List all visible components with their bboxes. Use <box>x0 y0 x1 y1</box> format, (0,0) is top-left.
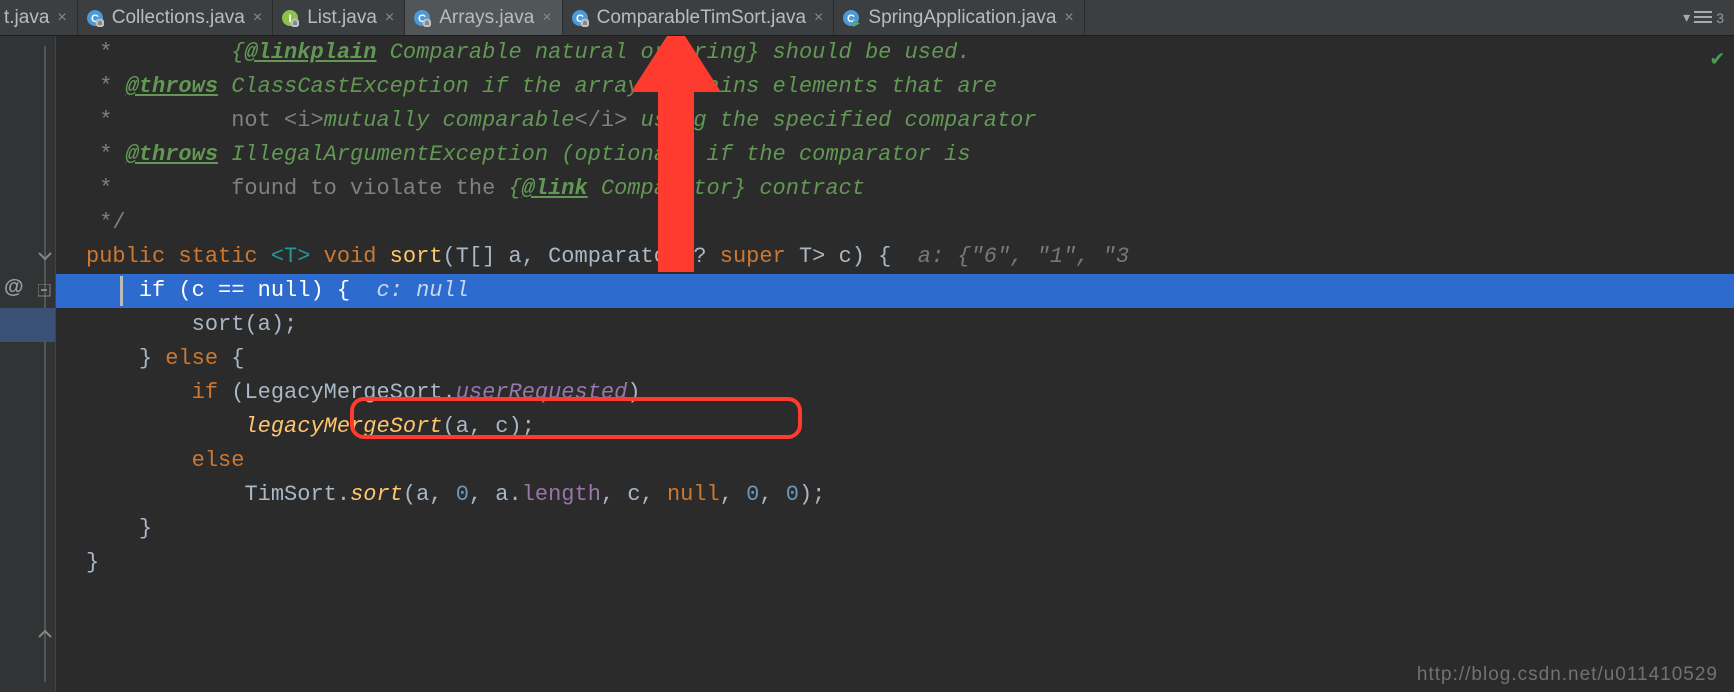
gutter[interactable]: @ <box>0 36 56 692</box>
tab-label: t.java <box>4 7 49 29</box>
tab-partial[interactable]: t.java × <box>0 0 78 35</box>
close-icon[interactable]: × <box>542 10 551 26</box>
class-icon: C <box>413 9 431 27</box>
close-icon[interactable]: × <box>253 10 262 26</box>
editor-area: @ * {@linkplain Comparable natural order… <box>0 36 1734 692</box>
inspection-ok-icon[interactable]: ✔ <box>1711 46 1724 72</box>
fold-toggle-icon[interactable] <box>38 624 52 638</box>
close-icon[interactable]: × <box>814 10 823 26</box>
tab-springapplication[interactable]: C SpringApplication.java × <box>834 0 1084 35</box>
tab-label: SpringApplication.java <box>868 7 1056 29</box>
close-icon[interactable]: × <box>385 10 394 26</box>
split-count: 3 <box>1716 10 1724 26</box>
runnable-class-icon: C <box>842 9 860 27</box>
tab-collections[interactable]: C Collections.java × <box>78 0 273 35</box>
tab-comparabletimsort[interactable]: C ComparableTimSort.java × <box>563 0 835 35</box>
tab-list[interactable]: I List.java × <box>273 0 405 35</box>
interface-icon: I <box>281 9 299 27</box>
tab-label: Arrays.java <box>439 7 534 29</box>
tab-label: List.java <box>307 7 377 29</box>
show-tabs-icon[interactable]: ▾ <box>1683 9 1690 26</box>
inline-debug-hint: a: {"6", "1", "3 <box>918 244 1129 269</box>
source-code[interactable]: * {@linkplain Comparable natural orderin… <box>56 36 1734 692</box>
fold-toggle-icon[interactable] <box>38 284 52 298</box>
editor-tab-bar: t.java × C Collections.java × I List.jav… <box>0 0 1734 36</box>
method-signature: public static <T> void sort(T[] a, Compa… <box>56 240 1734 274</box>
fold-toggle-icon[interactable] <box>38 252 52 266</box>
tab-label: Collections.java <box>112 7 245 29</box>
implements-icon[interactable]: @ <box>4 276 24 299</box>
class-icon: C <box>571 9 589 27</box>
tab-arrays[interactable]: C Arrays.java × <box>405 0 562 35</box>
watermark-text: http://blog.csdn.net/u011410529 <box>1417 664 1718 686</box>
current-execution-line: if (c == null) { c: null <box>56 274 1734 308</box>
tab-label: ComparableTimSort.java <box>597 7 806 29</box>
class-icon: C <box>86 9 104 27</box>
close-icon[interactable]: × <box>1064 10 1073 26</box>
tabbar-controls: ▾ 3 <box>1683 0 1734 35</box>
split-list-icon[interactable] <box>1694 10 1712 26</box>
inline-debug-hint: c: null <box>376 278 468 303</box>
close-icon[interactable]: × <box>57 10 66 26</box>
